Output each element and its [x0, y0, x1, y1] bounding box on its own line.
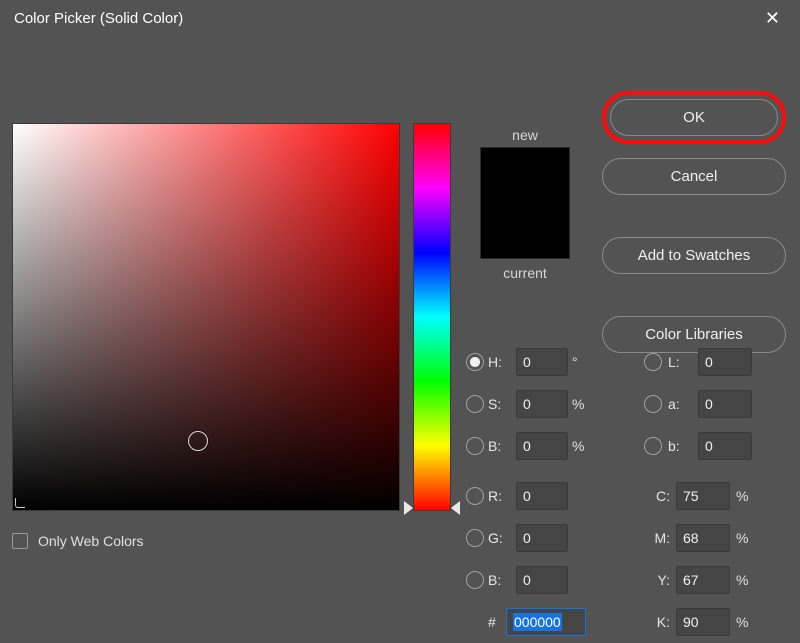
unit-c: %: [736, 488, 754, 504]
radio-l[interactable]: [644, 353, 662, 371]
label-y: Y:: [644, 572, 670, 588]
input-m[interactable]: [676, 524, 730, 552]
color-swatch: [480, 147, 570, 259]
input-c[interactable]: [676, 482, 730, 510]
label-s: S:: [488, 396, 512, 412]
new-color-label: new: [467, 127, 583, 143]
label-bv: B:: [488, 438, 512, 454]
input-l[interactable]: [698, 348, 752, 376]
input-b[interactable]: [698, 432, 752, 460]
input-hex[interactable]: 000000: [506, 608, 586, 636]
current-color-label: current: [467, 265, 583, 281]
input-h[interactable]: [516, 348, 568, 376]
label-a: a:: [668, 396, 692, 412]
only-web-colors-label: Only Web Colors: [38, 533, 144, 549]
label-hex: #: [488, 614, 502, 630]
label-c: C:: [644, 488, 670, 504]
unit-bv: %: [572, 438, 590, 454]
hue-handle-left-icon[interactable]: [404, 501, 413, 515]
ok-highlight-annotation: OK: [602, 91, 786, 144]
radio-g[interactable]: [466, 529, 484, 547]
close-icon[interactable]: ✕: [759, 8, 786, 29]
unit-k: %: [736, 614, 754, 630]
input-bc[interactable]: [516, 566, 568, 594]
origin-corner-icon: [15, 498, 25, 508]
unit-s: %: [572, 396, 590, 412]
label-k: K:: [644, 614, 670, 630]
input-bv[interactable]: [516, 432, 568, 460]
label-g: G:: [488, 530, 512, 546]
radio-a[interactable]: [644, 395, 662, 413]
new-color-swatch: [481, 148, 569, 203]
unit-h: °: [572, 354, 590, 370]
label-m: M:: [644, 530, 670, 546]
unit-y: %: [736, 572, 754, 588]
ok-button[interactable]: OK: [610, 99, 778, 136]
label-bc: B:: [488, 572, 512, 588]
label-h: H:: [488, 354, 512, 370]
radio-b[interactable]: [644, 437, 662, 455]
radio-h[interactable]: [466, 353, 484, 371]
label-l: L:: [668, 354, 692, 370]
hue-handle-right-icon[interactable]: [451, 501, 460, 515]
only-web-colors-checkbox[interactable]: [12, 533, 28, 549]
input-g[interactable]: [516, 524, 568, 552]
cancel-button[interactable]: Cancel: [602, 158, 786, 195]
input-r[interactable]: [516, 482, 568, 510]
unit-m: %: [736, 530, 754, 546]
current-color-swatch[interactable]: [481, 203, 569, 258]
input-a[interactable]: [698, 390, 752, 418]
add-to-swatches-button[interactable]: Add to Swatches: [602, 237, 786, 274]
dialog-title: Color Picker (Solid Color): [14, 10, 183, 27]
radio-r[interactable]: [466, 487, 484, 505]
saturation-brightness-field[interactable]: [12, 123, 400, 511]
label-b: b:: [668, 438, 692, 454]
input-k[interactable]: [676, 608, 730, 636]
input-y[interactable]: [676, 566, 730, 594]
color-indicator[interactable]: [188, 431, 208, 451]
label-r: R:: [488, 488, 512, 504]
radio-bc[interactable]: [466, 571, 484, 589]
radio-s[interactable]: [466, 395, 484, 413]
radio-bv[interactable]: [466, 437, 484, 455]
input-s[interactable]: [516, 390, 568, 418]
hue-slider[interactable]: [413, 123, 451, 511]
